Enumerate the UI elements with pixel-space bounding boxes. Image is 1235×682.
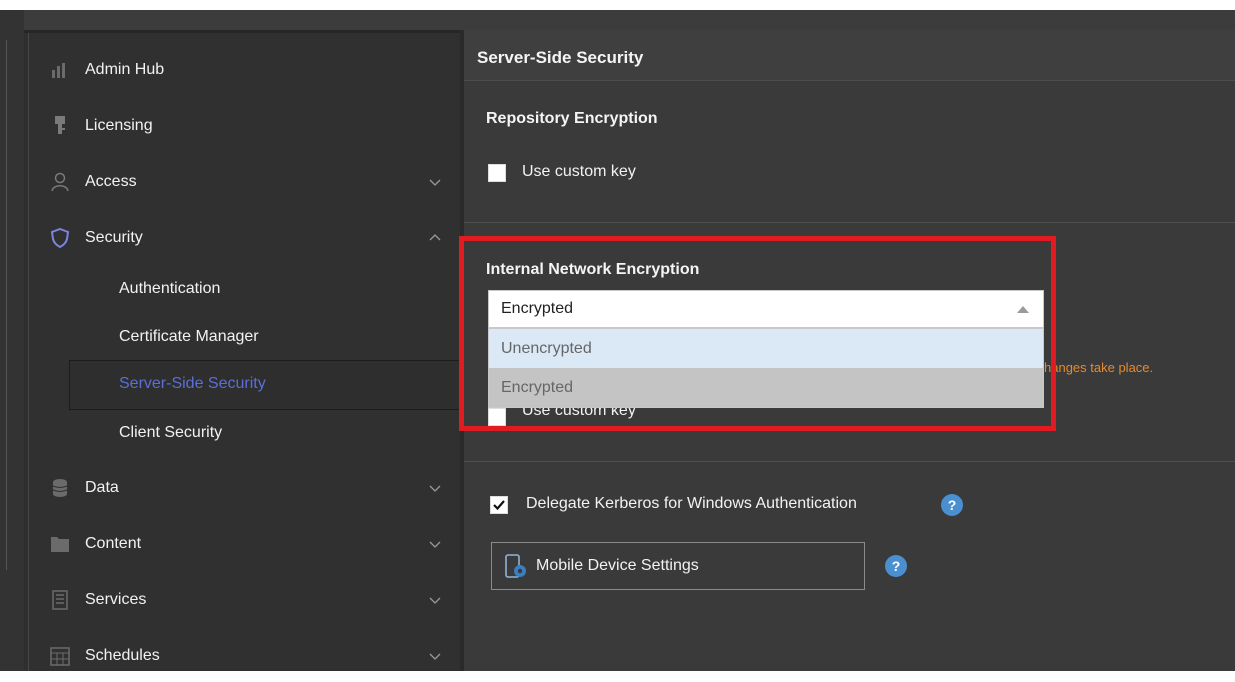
chevron-up-icon[interactable] bbox=[427, 230, 443, 246]
section-divider bbox=[464, 461, 1235, 462]
option-encrypted[interactable]: Encrypted bbox=[489, 368, 1043, 407]
page-title: Server-Side Security bbox=[477, 48, 644, 67]
sidebar-item-services[interactable]: Services bbox=[29, 574, 461, 626]
sidebar-item-data[interactable]: Data bbox=[29, 462, 461, 514]
user-icon bbox=[49, 171, 71, 193]
sidebar-subitem-server-side-security[interactable]: Server-Side Security bbox=[29, 361, 461, 407]
sidebar: Admin Hub Licensing Access Security Auth… bbox=[24, 30, 462, 671]
sidebar-item-label: Content bbox=[85, 535, 142, 552]
encryption-select[interactable]: Encrypted bbox=[488, 290, 1044, 328]
sidebar-item-label: Security bbox=[85, 229, 143, 246]
option-label: Encrypted bbox=[501, 379, 574, 396]
sidebar-subitem-client-security[interactable]: Client Security bbox=[29, 410, 461, 456]
chevron-down-icon[interactable] bbox=[427, 536, 443, 552]
chevron-down-icon[interactable] bbox=[427, 174, 443, 190]
sidebar-subitem-label: Client Security bbox=[119, 424, 223, 441]
encryption-select-value: Encrypted bbox=[501, 300, 574, 317]
internal-network-encryption-title: Internal Network Encryption bbox=[486, 261, 700, 278]
sidebar-item-label: Data bbox=[85, 479, 119, 496]
folder-icon bbox=[49, 533, 71, 555]
chevron-down-icon[interactable] bbox=[427, 480, 443, 496]
warning-text: hanges take place. bbox=[1044, 360, 1154, 375]
main-panel: Server-Side Security Repository Encrypti… bbox=[460, 30, 1235, 671]
sidebar-subitem-label: Authentication bbox=[119, 280, 221, 297]
repository-encryption-title: Repository Encryption bbox=[486, 110, 658, 127]
kerberos-label: Delegate Kerberos for Windows Authentica… bbox=[526, 495, 857, 512]
mobile-device-settings-button[interactable]: Mobile Device Settings bbox=[491, 542, 865, 590]
sidebar-subitem-certificate-manager[interactable]: Certificate Manager bbox=[29, 314, 461, 360]
admin-hub-icon bbox=[49, 59, 71, 81]
sidebar-item-access[interactable]: Access bbox=[29, 156, 461, 208]
sidebar-item-content[interactable]: Content bbox=[29, 518, 461, 570]
mobile-device-settings-label: Mobile Device Settings bbox=[536, 557, 699, 574]
chevron-down-icon[interactable] bbox=[427, 648, 443, 664]
mobile-help-icon[interactable]: ? bbox=[885, 555, 907, 577]
main-header: Server-Side Security bbox=[464, 30, 1235, 81]
option-label: Unencrypted bbox=[501, 340, 592, 357]
sidebar-item-licensing[interactable]: Licensing bbox=[29, 100, 461, 152]
sidebar-item-admin-hub[interactable]: Admin Hub bbox=[29, 44, 461, 96]
encryption-options-list: Unencrypted Encrypted bbox=[488, 328, 1044, 408]
kerberos-help-icon[interactable]: ? bbox=[941, 494, 963, 516]
services-icon bbox=[49, 589, 71, 611]
kerberos-checkbox[interactable] bbox=[490, 496, 508, 514]
sidebar-item-schedules[interactable]: Schedules bbox=[29, 630, 461, 682]
sidebar-item-label: Schedules bbox=[85, 647, 160, 664]
repository-custom-key-label: Use custom key bbox=[522, 163, 636, 180]
sidebar-item-security[interactable]: Security bbox=[29, 212, 461, 264]
sidebar-item-label: Access bbox=[85, 173, 137, 190]
mobile-settings-icon bbox=[504, 554, 528, 585]
sidebar-item-label: Licensing bbox=[85, 117, 153, 134]
repository-custom-key-checkbox[interactable] bbox=[488, 164, 506, 182]
left-strip bbox=[0, 10, 24, 671]
sidebar-subitem-authentication[interactable]: Authentication bbox=[29, 266, 461, 312]
database-icon bbox=[49, 477, 71, 499]
sidebar-item-label: Services bbox=[85, 591, 147, 608]
sidebar-subitem-label: Certificate Manager bbox=[119, 328, 259, 345]
checkmark-icon bbox=[493, 500, 505, 511]
option-unencrypted[interactable]: Unencrypted bbox=[489, 329, 1043, 368]
caret-up-icon[interactable] bbox=[1017, 306, 1029, 313]
section-divider bbox=[464, 222, 1235, 223]
network-custom-key-checkbox[interactable] bbox=[488, 408, 506, 426]
top-blank bbox=[0, 0, 1235, 10]
sidebar-subitem-label: Server-Side Security bbox=[119, 375, 266, 392]
calendar-icon bbox=[49, 645, 71, 667]
chevron-down-icon[interactable] bbox=[427, 592, 443, 608]
sidebar-item-label: Admin Hub bbox=[85, 61, 165, 78]
shield-icon bbox=[49, 227, 71, 249]
licensing-icon bbox=[49, 115, 71, 137]
